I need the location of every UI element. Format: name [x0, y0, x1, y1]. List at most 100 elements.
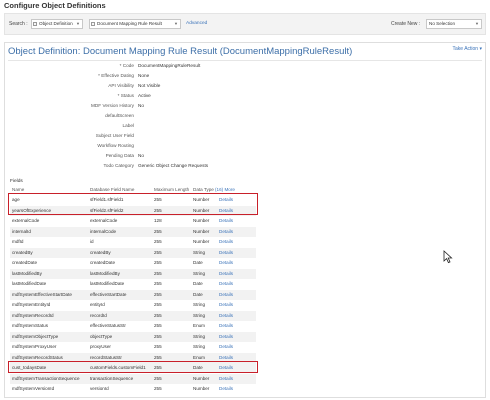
database-field-name: lastModifiedDate	[90, 281, 125, 286]
database-field-name: recordStatusStr	[90, 354, 122, 360]
field-name: createdBy	[12, 249, 33, 255]
create-new-select-value: No Selection	[429, 21, 456, 26]
table-row: mdfId id 255 Number Details	[10, 237, 256, 247]
property-label: * Status	[117, 93, 134, 98]
property-label: API Visibility	[108, 83, 134, 88]
table-row: mdfSystemObjectType objectType 255 String De…	[10, 331, 256, 342]
field-name: mdfSystemProxyUser	[12, 344, 57, 349]
advanced-search-link[interactable]: Advanced	[186, 21, 207, 26]
details-link[interactable]: Details	[219, 271, 233, 276]
field-name: externalCode	[12, 218, 40, 223]
field-name: mdfSystemEntityId	[12, 302, 51, 307]
details-link[interactable]: Details	[219, 260, 233, 265]
property-label: Label	[122, 123, 134, 128]
more-columns-link[interactable]: (16) More	[215, 187, 235, 192]
object-type-select-value: Object Definition	[39, 21, 73, 26]
data-type: String	[193, 333, 206, 339]
search-toolbar: Search : Object Definition ▼ Document Ma…	[4, 13, 486, 35]
data-type: Number	[193, 375, 210, 381]
details-link[interactable]: Details	[219, 355, 233, 360]
max-length: 255	[154, 375, 162, 381]
title-divider	[8, 60, 482, 61]
table-row: mdfSystemVersionId versionId 255 Number Deta…	[10, 384, 256, 394]
highlight-box	[8, 361, 258, 373]
details-link[interactable]: Details	[219, 239, 233, 244]
property-value: None	[138, 73, 150, 78]
max-length: 255	[154, 333, 162, 339]
column-header-name: Name	[12, 187, 25, 192]
table-row: internalId internalCode 255 Number Details	[10, 226, 256, 237]
data-type: String	[193, 302, 206, 307]
database-field-name: effectiveStatusStr	[90, 323, 126, 328]
column-header-database-field: Database Field Name	[90, 187, 135, 192]
details-link[interactable]: Details	[219, 323, 233, 328]
field-name: mdfId	[12, 239, 24, 244]
object-definition-panel: Object Definition: Document Mapping Rule…	[4, 42, 486, 398]
table-row: mdfSystemRecordId recordId 255 String Detail…	[10, 310, 256, 321]
page-title: Configure Object Definitions	[4, 1, 106, 10]
property-row: Subject User Field	[5, 133, 405, 142]
property-row: * Effective Dating None	[5, 73, 405, 82]
mouse-pointer-icon	[443, 250, 453, 264]
create-new-select[interactable]: No Selection ▼	[426, 19, 482, 29]
property-row: Pending Data No	[5, 153, 405, 162]
field-name: mdfSystemEffectiveStartDate	[12, 291, 72, 297]
property-label: MDF Version History	[91, 103, 134, 108]
data-type: Enum	[193, 323, 206, 328]
field-name: mdfSystemVersionId	[12, 386, 55, 391]
max-length: 255	[154, 302, 162, 307]
max-length: 255	[154, 344, 162, 349]
property-label: * Effective Dating	[98, 73, 134, 78]
object-type-select[interactable]: Object Definition ▼	[31, 19, 83, 29]
details-link[interactable]: Details	[219, 302, 233, 307]
property-value: No	[138, 103, 144, 108]
table-row: mdfSystemStatus effectiveStatusStr 255 Enum…	[10, 321, 256, 331]
details-link[interactable]: Details	[219, 229, 233, 234]
property-row: API Visibility Not Visible	[5, 83, 405, 92]
fields-section-label: Fields	[10, 179, 23, 184]
field-name: lastModifiedDate	[12, 281, 47, 286]
field-name: lastModifiedBy	[12, 270, 42, 276]
field-name: mdfSystemRecordId	[12, 312, 54, 318]
database-field-name: versionId	[90, 386, 109, 391]
data-type: Number	[193, 239, 210, 244]
property-label: Subject User Field	[95, 133, 134, 138]
details-link[interactable]: Details	[219, 281, 233, 286]
property-row: * Code DocumentMappingRuleResult	[5, 63, 405, 72]
take-action-menu[interactable]: Take Action ▾	[453, 46, 482, 52]
data-type: Date	[193, 281, 203, 286]
database-field-name: proxyUser	[90, 344, 111, 349]
data-type: Date	[193, 291, 203, 297]
details-link[interactable]: Details	[219, 218, 233, 223]
max-length: 255	[154, 291, 162, 297]
database-field-name: internalCode	[90, 228, 117, 234]
max-length: 255	[154, 260, 162, 265]
table-row: mdfSystemProxyUser proxyUser 255 String Deta…	[10, 342, 256, 352]
object-icon	[33, 22, 37, 26]
data-type: String	[193, 312, 206, 318]
column-header-max-length: Maximum Length	[154, 187, 190, 192]
details-link[interactable]: Details	[219, 250, 233, 255]
details-link[interactable]: Details	[219, 376, 233, 381]
database-field-name: recordId	[90, 312, 107, 318]
database-field-name: createdBy	[90, 249, 111, 255]
database-field-name: createdDate	[90, 260, 116, 265]
search-label: Search :	[9, 21, 28, 27]
data-type: String	[193, 270, 206, 276]
details-link[interactable]: Details	[219, 344, 233, 349]
details-link[interactable]: Details	[219, 334, 233, 339]
chevron-down-icon: ▼	[475, 21, 479, 26]
details-link[interactable]: Details	[219, 292, 233, 297]
property-row: * Status Active	[5, 93, 405, 102]
max-length: 255	[154, 354, 162, 360]
property-row: defaultScreen	[5, 113, 405, 122]
details-link[interactable]: Details	[219, 313, 233, 318]
database-field-name: effectiveStartDate	[90, 291, 127, 297]
chevron-down-icon: ▼	[76, 21, 80, 26]
table-row: createdBy createdBy 255 String Details	[10, 247, 256, 258]
record-search-field[interactable]: Document Mapping Rule Result ▼	[89, 19, 181, 29]
details-link[interactable]: Details	[219, 386, 233, 391]
column-header-data-type: Data Type	[193, 187, 214, 192]
record-search-value: Document Mapping Rule Result	[97, 21, 162, 26]
table-row: mdfSystemEntityId entityId 255 String Detail…	[10, 300, 256, 310]
